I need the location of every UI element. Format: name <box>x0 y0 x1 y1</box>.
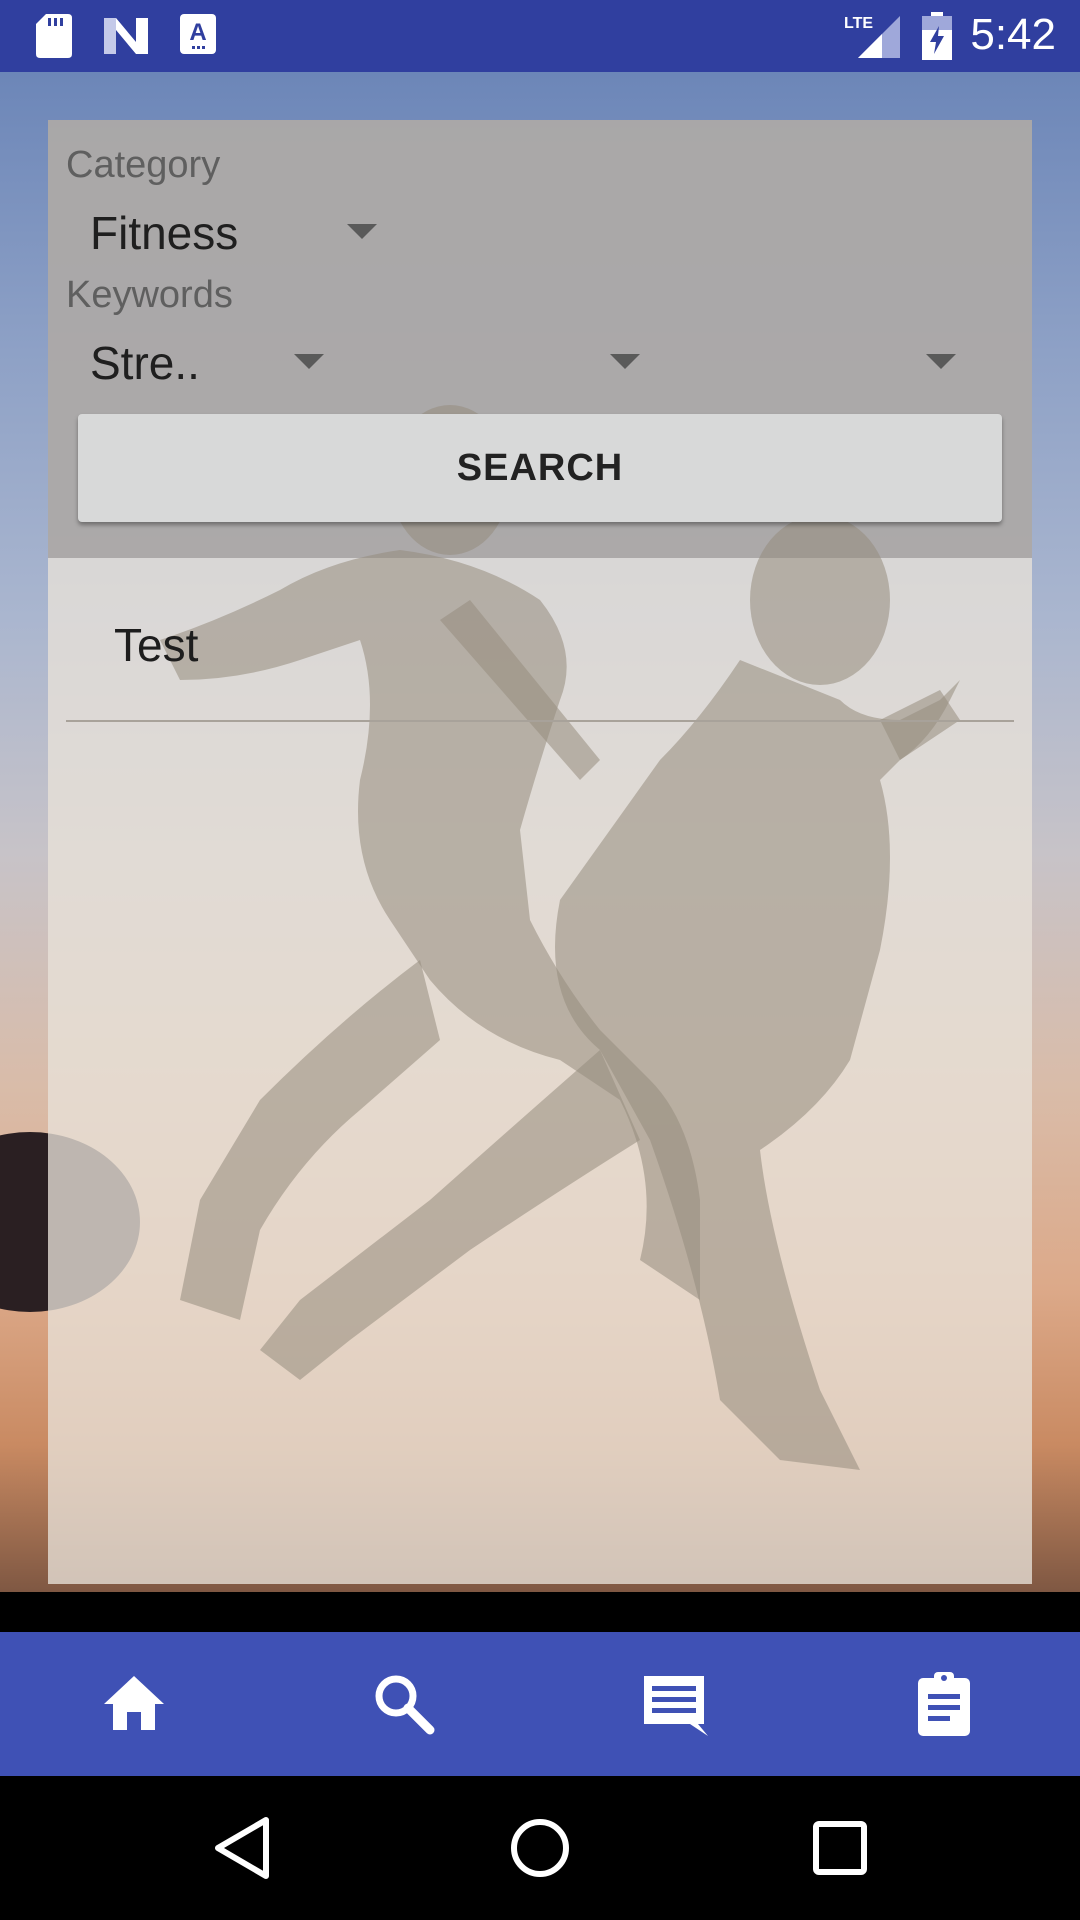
keyword-spinner-2[interactable] <box>336 326 656 396</box>
a-notification-icon: A <box>180 14 216 54</box>
message-icon[interactable] <box>638 1668 710 1740</box>
network-label: LTE <box>844 15 873 32</box>
search-icon[interactable] <box>368 1668 440 1740</box>
chevron-down-icon <box>294 354 324 369</box>
list-item[interactable]: Test <box>114 618 198 672</box>
search-button[interactable]: SEARCH <box>78 414 1002 522</box>
recents-icon[interactable] <box>812 1820 868 1876</box>
list-divider <box>66 720 1014 722</box>
chevron-down-icon <box>926 354 956 369</box>
chevron-down-icon <box>347 224 377 239</box>
n-notification-icon <box>104 18 148 54</box>
battery-charging-icon <box>922 12 952 60</box>
keyword-value-1: Stre.. <box>90 337 200 389</box>
chevron-down-icon <box>610 354 640 369</box>
bottom-navigation <box>0 1632 1080 1776</box>
sd-card-icon <box>36 14 72 58</box>
home-circle-icon[interactable] <box>508 1816 572 1880</box>
home-icon[interactable] <box>98 1668 170 1740</box>
category-label: Category <box>66 144 221 186</box>
category-value: Fitness <box>90 207 239 259</box>
keywords-label: Keywords <box>66 274 233 316</box>
keyword-spinner-3[interactable] <box>656 326 976 396</box>
assignment-icon[interactable] <box>908 1668 980 1740</box>
back-icon[interactable] <box>212 1816 272 1880</box>
svg-text:A: A <box>189 19 206 46</box>
status-time: 5:42 <box>970 10 1056 59</box>
status-bar: A LTE 5:42 <box>0 0 1080 72</box>
keyword-spinner-1[interactable]: Stre.. <box>66 326 336 396</box>
category-spinner[interactable]: Fitness <box>66 196 396 266</box>
system-navigation-bar <box>0 1776 1080 1920</box>
signal-icon: LTE <box>844 15 900 58</box>
background-ground <box>0 1592 1080 1632</box>
